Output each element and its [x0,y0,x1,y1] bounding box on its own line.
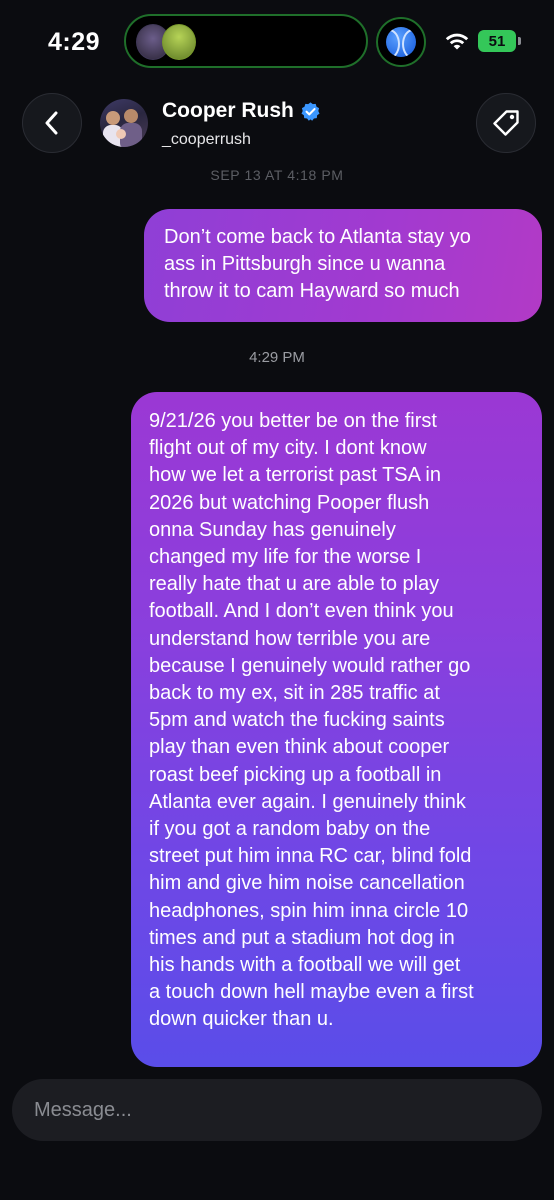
dynamic-island[interactable] [124,14,368,68]
status-time: 4:29 [48,28,101,56]
baseball-icon [386,27,416,57]
battery-indicator: 51 [478,30,516,52]
verified-badge-icon [301,101,320,121]
sent-message-bubble[interactable]: 9/21/26 you better be on the first fligh… [131,392,542,1067]
wifi-icon [445,33,469,50]
timestamp: 4:29 PM [249,349,305,366]
sent-message-bubble[interactable]: Don’t come back to Atlanta stay yo ass i… [144,209,542,322]
battery-level: 51 [488,32,506,50]
contact-name-row[interactable]: Cooper Rush [162,97,321,125]
timestamp: SEP 13 AT 4:18 PM [210,167,344,183]
contact-handle: _cooperrush [162,131,251,148]
message-text: 9/21/26 you better be on the first fligh… [149,410,474,1031]
message-composer[interactable] [12,1079,542,1141]
message-input[interactable] [34,1079,524,1141]
live-activity-indicator[interactable] [376,17,426,67]
dual-avatar-icon [136,23,196,61]
tag-button[interactable] [476,93,536,153]
avatar[interactable] [100,99,148,147]
tag-icon [493,110,519,136]
back-button[interactable] [22,93,82,153]
contact-name: Cooper Rush [162,99,294,122]
message-text: Don’t come back to Atlanta stay yo ass i… [164,226,471,303]
chevron-left-icon [45,111,58,135]
status-bar: 4:29 51 [0,0,554,86]
battery-tip [518,37,521,45]
